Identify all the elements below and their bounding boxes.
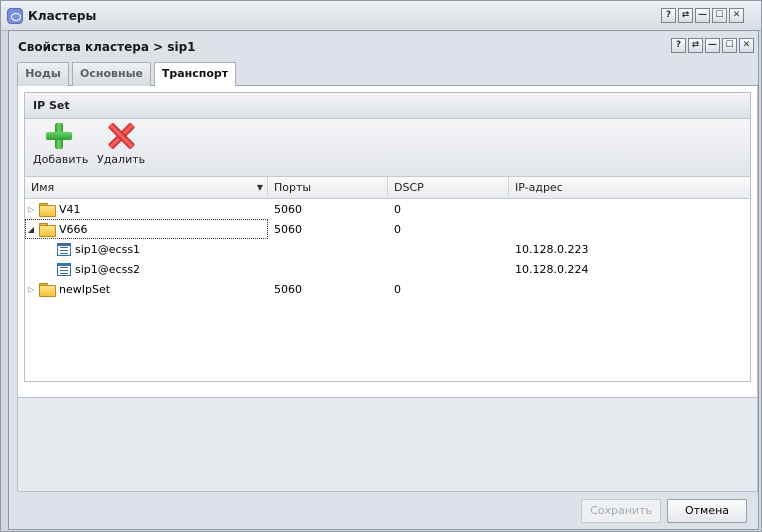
plus-icon — [46, 123, 72, 149]
help-button[interactable]: ? — [661, 8, 676, 23]
tree-cell-name: ▷ V41 — [25, 199, 268, 219]
ipset-panel: IP Set Добавить Удалить Имя ▼ Порты DSCP — [24, 92, 751, 382]
grid-header: Имя ▼ Порты DSCP IP-адрес — [25, 177, 750, 199]
column-header-dscp[interactable]: DSCP — [388, 177, 509, 198]
tree-row-v41[interactable]: ▷ V41 5060 0 — [25, 199, 750, 219]
add-button[interactable]: Добавить — [33, 123, 89, 166]
tree-row-newipset[interactable]: ▷ newIpSet 5060 0 — [25, 279, 750, 299]
tree-cell-name: sip1@ecss2 — [25, 259, 268, 279]
row-ip: 10.128.0.223 — [515, 242, 589, 256]
node-icon — [57, 242, 71, 256]
column-header-name[interactable]: Имя ▼ — [25, 177, 268, 198]
cluster-properties-dialog: Свойства кластера > sip1 ? ⇄ — ☐ ✕ Ноды … — [8, 30, 759, 530]
dialog-close-button[interactable]: ✕ — [739, 38, 754, 53]
row-name: sip1@ecss1 — [75, 242, 141, 256]
row-dscp: 0 — [394, 222, 401, 236]
row-dscp: 0 — [394, 282, 401, 296]
delete-button[interactable]: Удалить — [97, 123, 145, 166]
ipset-tree-grid: ▷ V41 5060 0 ◢ V666 5060 0 sip1@ecss1 10… — [25, 199, 750, 381]
tab-nodes[interactable]: Ноды — [17, 62, 69, 86]
cancel-button[interactable]: Отмена — [667, 499, 747, 523]
tab-transport[interactable]: Транспорт — [154, 62, 236, 87]
tree-row-v666[interactable]: ◢ V666 5060 0 — [25, 219, 750, 239]
dialog-help-button[interactable]: ? — [671, 38, 686, 53]
folder-icon — [39, 283, 56, 297]
expand-triangle-icon[interactable]: ▷ — [25, 285, 37, 294]
tab-general[interactable]: Основные — [72, 62, 151, 86]
transport-tab-content: IP Set Добавить Удалить Имя ▼ Порты DSCP — [17, 86, 758, 416]
dialog-maximize-button[interactable]: ☐ — [722, 38, 737, 53]
tree-cell-name: sip1@ecss1 — [25, 239, 268, 259]
clusters-window-title: Кластеры — [28, 9, 97, 23]
collapse-triangle-icon[interactable]: ◢ — [25, 225, 37, 234]
tab-bar: Ноды Основные Транспорт — [17, 62, 758, 87]
tree-cell-name: ▷ newIpSet — [25, 279, 268, 299]
row-ip: 10.128.0.224 — [515, 262, 589, 276]
dialog-refresh-button[interactable]: ⇄ — [688, 38, 703, 53]
tree-row-sip1-ecss1[interactable]: sip1@ecss1 10.128.0.223 — [25, 239, 750, 259]
delete-x-icon — [108, 123, 134, 149]
save-button[interactable]: Сохранить — [581, 499, 661, 523]
open-folder-icon — [39, 223, 56, 237]
dialog-header[interactable]: Свойства кластера > sip1 ? ⇄ — ☐ ✕ — [9, 31, 758, 60]
dialog-footer: Сохранить Отмена — [9, 496, 758, 529]
add-button-label: Добавить — [33, 153, 89, 166]
clusters-app-icon — [7, 8, 23, 24]
column-header-ip[interactable]: IP-адрес — [509, 177, 750, 198]
clusters-window-header[interactable]: Кластеры ? ⇄ — ☐ ✕ — [1, 1, 761, 31]
maximize-button[interactable]: ☐ — [712, 8, 727, 23]
details-panel — [17, 397, 758, 492]
row-name: newIpSet — [59, 282, 111, 296]
row-dscp: 0 — [394, 202, 401, 216]
close-button[interactable]: ✕ — [729, 8, 744, 23]
column-menu-chevron-down-icon[interactable]: ▼ — [257, 177, 263, 199]
row-ports: 5060 — [274, 202, 302, 216]
column-header-ports[interactable]: Порты — [268, 177, 388, 198]
minimize-button[interactable]: — — [695, 8, 710, 23]
delete-button-label: Удалить — [97, 153, 146, 166]
folder-icon — [39, 203, 56, 217]
tree-cell-name: ◢ V666 — [25, 219, 268, 239]
dialog-title: Свойства кластера > sip1 — [18, 40, 196, 54]
ipset-panel-title: IP Set — [25, 93, 750, 119]
row-ports: 5060 — [274, 222, 302, 236]
row-name: sip1@ecss2 — [75, 262, 141, 276]
column-header-name-label: Имя — [31, 181, 55, 194]
node-icon — [57, 262, 71, 276]
row-name: V41 — [59, 202, 81, 216]
dialog-minimize-button[interactable]: — — [705, 38, 720, 53]
row-ports: 5060 — [274, 282, 302, 296]
row-name: V666 — [59, 222, 88, 236]
tree-row-sip1-ecss2[interactable]: sip1@ecss2 10.128.0.224 — [25, 259, 750, 279]
expand-triangle-icon[interactable]: ▷ — [25, 205, 37, 214]
refresh-button[interactable]: ⇄ — [678, 8, 693, 23]
ipset-toolbar: Добавить Удалить — [25, 119, 750, 177]
